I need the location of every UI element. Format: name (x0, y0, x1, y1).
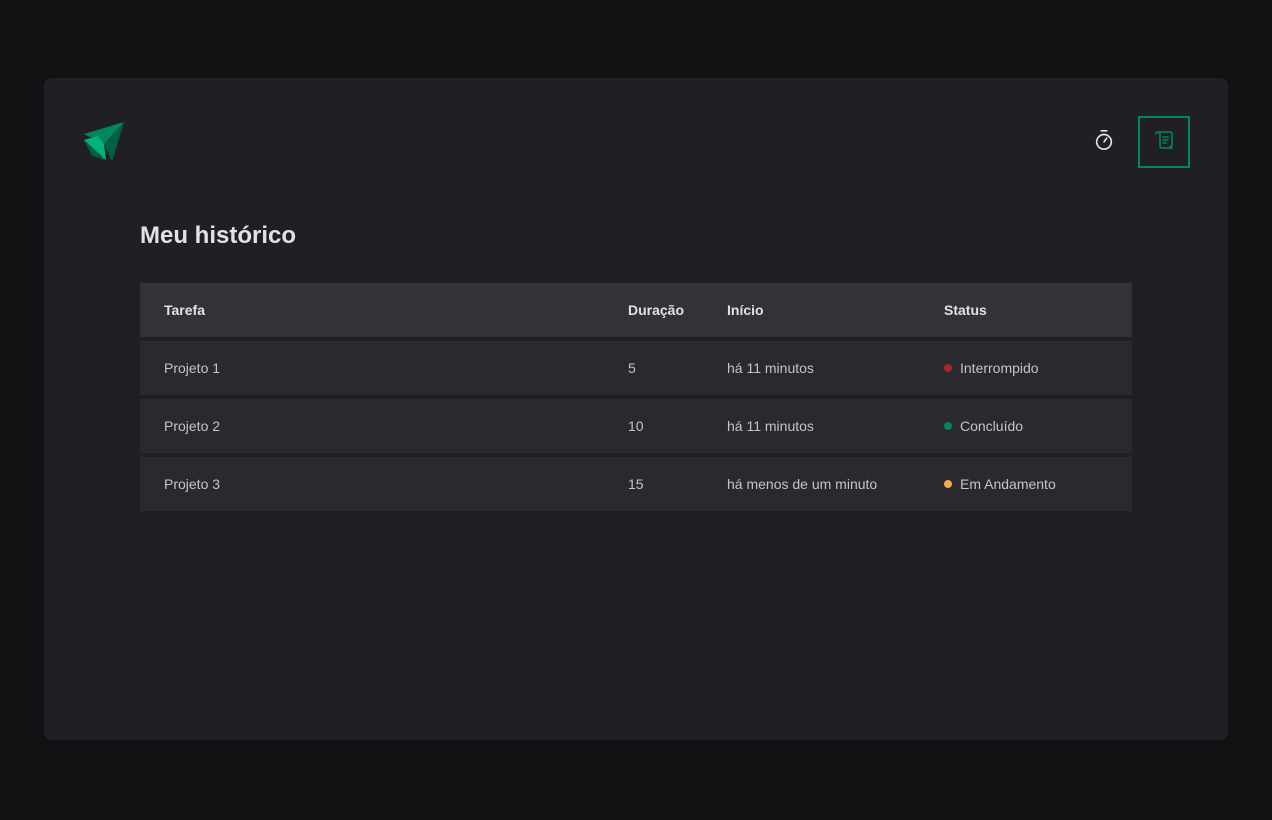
table-row: Projeto 3 15 há menos de um minuto Em An… (140, 457, 1132, 511)
status-label: Em Andamento (960, 476, 1056, 492)
header-nav (1078, 116, 1190, 168)
cell-status: Concluído (944, 418, 1132, 434)
header-duration: Duração (628, 302, 685, 318)
cell-status: Em Andamento (944, 476, 1132, 492)
header-task: Tarefa (164, 302, 205, 318)
header-start: Início (727, 302, 764, 318)
nav-timer-button[interactable] (1078, 116, 1130, 168)
cell-duration: 10 (628, 418, 644, 434)
cell-duration: 15 (628, 476, 644, 492)
main-card: Meu histórico Tarefa Duração Início Stat… (44, 78, 1228, 740)
table-row: Projeto 1 5 há 11 minutos Interrompido (140, 341, 1132, 395)
history-table: Tarefa Duração Início Status Projeto 1 5… (140, 283, 1132, 515)
status-label: Concluído (960, 418, 1024, 434)
cell-start: há 11 minutos (727, 418, 814, 434)
scroll-icon (1152, 128, 1176, 157)
cell-task: Projeto 1 (164, 360, 221, 376)
cell-task: Projeto 2 (164, 418, 221, 434)
status-label: Interrompido (960, 360, 1039, 376)
table-row: Projeto 2 10 há 11 minutos Concluído (140, 399, 1132, 453)
timer-icon (1093, 129, 1115, 156)
page-title: Meu histórico (140, 222, 297, 249)
cell-start: há 11 minutos (727, 360, 814, 376)
header-status: Status (944, 302, 987, 318)
status-dot (944, 364, 952, 372)
cell-start: há menos de um minuto (727, 476, 878, 492)
status-dot (944, 480, 952, 488)
status-dot (944, 422, 952, 430)
cell-status: Interrompido (944, 360, 1132, 376)
table-header: Tarefa Duração Início Status (140, 283, 1132, 337)
cell-duration: 5 (628, 360, 636, 376)
logo-icon (84, 122, 124, 162)
nav-history-button[interactable] (1138, 116, 1190, 168)
cell-task: Projeto 3 (164, 476, 221, 492)
